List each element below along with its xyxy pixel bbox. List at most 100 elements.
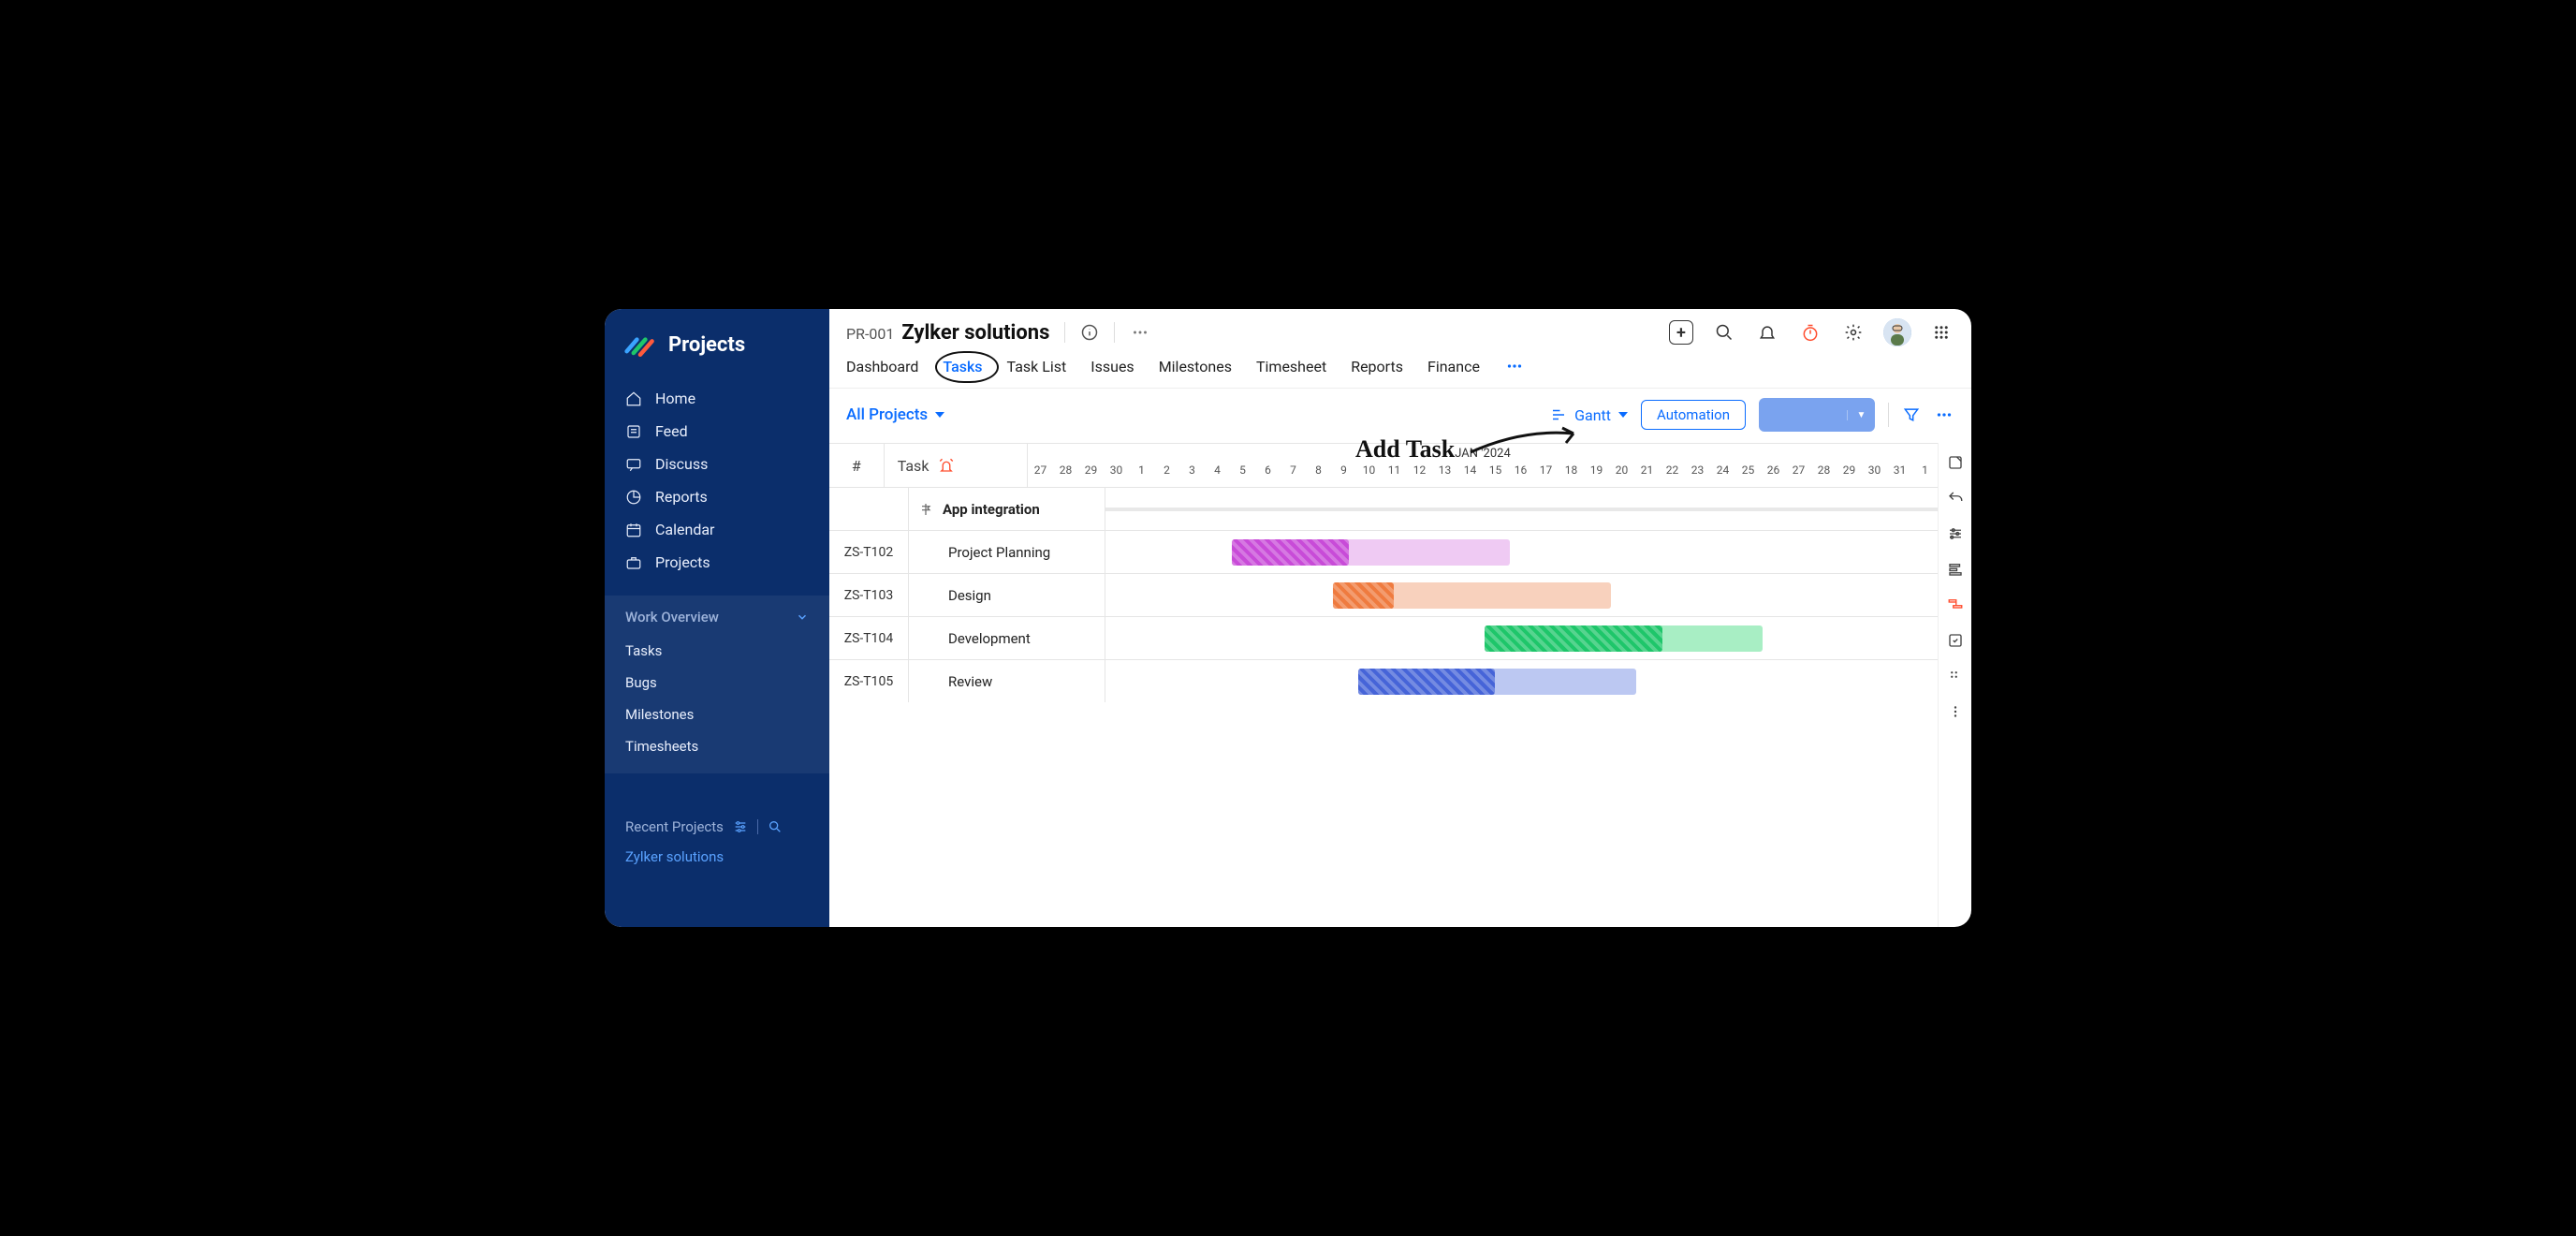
- nav-label: Home: [655, 390, 695, 407]
- critical-path-icon[interactable]: [1947, 596, 1964, 613]
- filter-icon[interactable]: [1902, 405, 1921, 424]
- right-toolbar: [1938, 443, 1971, 927]
- sliders-icon[interactable]: [1947, 525, 1964, 542]
- work-overview-header[interactable]: Work Overview: [605, 596, 829, 635]
- all-projects-dropdown[interactable]: All Projects: [846, 405, 944, 424]
- day-cell: 30: [1104, 464, 1129, 477]
- task-id: ZS-T105: [829, 660, 909, 702]
- nav-label: Reports: [655, 488, 708, 506]
- day-cell: 4: [1205, 464, 1230, 477]
- more-icon[interactable]: [1130, 322, 1150, 343]
- gantt-bar[interactable]: [1358, 669, 1636, 695]
- task-name[interactable]: Review: [909, 660, 1105, 702]
- today-icon[interactable]: [1947, 632, 1964, 649]
- gantt-bar[interactable]: [1333, 582, 1611, 609]
- view-selector[interactable]: Gantt: [1550, 406, 1628, 424]
- tab-issues[interactable]: Issues: [1090, 358, 1134, 375]
- day-cell: 28: [1811, 464, 1837, 477]
- task-group-row: App integration: [829, 487, 1938, 530]
- group-name: App integration: [943, 501, 1040, 518]
- automation-button[interactable]: Automation: [1641, 400, 1746, 430]
- settings-button[interactable]: [1840, 319, 1866, 346]
- task-id: ZS-T104: [829, 617, 909, 659]
- more-toolbar-icon[interactable]: [1934, 405, 1954, 425]
- logo-icon: [623, 328, 657, 361]
- tab-finance[interactable]: Finance: [1427, 358, 1480, 375]
- nav-reports[interactable]: Reports: [605, 480, 829, 513]
- day-cell: 21: [1634, 464, 1660, 477]
- tab-tasklist[interactable]: Task List: [1007, 358, 1067, 375]
- tab-reports[interactable]: Reports: [1351, 358, 1403, 375]
- brand: Projects: [605, 309, 829, 378]
- info-icon[interactable]: [1080, 323, 1099, 342]
- col-id-header: #: [829, 444, 885, 487]
- timer-button[interactable]: [1797, 319, 1823, 346]
- bell-icon: [1758, 323, 1777, 342]
- group-track: [1105, 488, 1938, 530]
- add-task-dropdown[interactable]: ▼: [1847, 410, 1875, 420]
- day-cell: 27: [1786, 464, 1811, 477]
- days-row: 2728293012345678910111213141516171819202…: [1028, 461, 1938, 477]
- tab-milestones[interactable]: Milestones: [1159, 358, 1232, 375]
- task-bar-track: [1105, 617, 1938, 659]
- day-cell: 3: [1179, 464, 1205, 477]
- tab-timesheet[interactable]: Timesheet: [1256, 358, 1326, 375]
- undo-icon[interactable]: [1947, 490, 1964, 507]
- day-cell: 29: [1837, 464, 1862, 477]
- milestone-icon: [918, 502, 933, 517]
- grid-small-icon[interactable]: [1947, 668, 1964, 684]
- project-title: PR-001 Zylker solutions: [846, 321, 1049, 345]
- day-cell: 26: [1761, 464, 1786, 477]
- timeline-header: JAN '2024 272829301234567891011121314151…: [1028, 444, 1938, 487]
- add-task-button[interactable]: ▼: [1759, 398, 1875, 432]
- tab-tasks[interactable]: Tasks: [943, 358, 982, 375]
- search-button[interactable]: [1711, 319, 1737, 346]
- tab-dashboard[interactable]: Dashboard: [846, 358, 918, 375]
- gantt-bar[interactable]: [1232, 539, 1510, 566]
- apps-button[interactable]: [1928, 319, 1954, 346]
- search-icon[interactable]: [768, 819, 783, 834]
- tabs: Dashboard Tasks Task List Issues Milesto…: [846, 346, 1954, 388]
- kebab-icon[interactable]: [1947, 703, 1964, 720]
- gantt-bar[interactable]: [1485, 625, 1763, 652]
- nav-projects[interactable]: Projects: [605, 546, 829, 579]
- day-cell: 8: [1306, 464, 1331, 477]
- briefcase-icon: [625, 554, 642, 571]
- gantt-header: # Task JAN '2024 27282930123456789101112…: [829, 444, 1938, 487]
- nav-home[interactable]: Home: [605, 382, 829, 415]
- day-cell: 12: [1407, 464, 1432, 477]
- recent-header: Recent Projects: [605, 802, 829, 845]
- nav-calendar[interactable]: Calendar: [605, 513, 829, 546]
- notifications-button[interactable]: [1754, 319, 1780, 346]
- overview-timesheets[interactable]: Timesheets: [605, 730, 829, 762]
- day-cell: 25: [1735, 464, 1761, 477]
- project-code: PR-001: [846, 325, 894, 343]
- nav-label: Calendar: [655, 521, 714, 538]
- task-bar-track: [1105, 574, 1938, 616]
- nav-feed[interactable]: Feed: [605, 415, 829, 448]
- stopwatch-icon: [1801, 323, 1820, 342]
- main-area: PR-001 Zylker solutions +: [829, 309, 1971, 927]
- day-cell: 24: [1710, 464, 1735, 477]
- more-tabs-icon[interactable]: [1504, 356, 1525, 376]
- bars-icon[interactable]: [1947, 561, 1964, 578]
- overview-bugs[interactable]: Bugs: [605, 667, 829, 699]
- task-id: ZS-T103: [829, 574, 909, 616]
- day-cell: 27: [1028, 464, 1053, 477]
- overview-milestones[interactable]: Milestones: [605, 699, 829, 730]
- sliders-icon[interactable]: [733, 819, 748, 834]
- task-id: ZS-T102: [829, 531, 909, 573]
- add-button[interactable]: +: [1668, 319, 1694, 346]
- day-cell: 14: [1457, 464, 1483, 477]
- day-cell: 13: [1432, 464, 1457, 477]
- recent-project-link[interactable]: Zylker solutions: [605, 845, 829, 869]
- gantt-bar-progress: [1485, 625, 1662, 652]
- task-name[interactable]: Project Planning: [909, 531, 1105, 573]
- avatar[interactable]: [1883, 318, 1911, 346]
- task-name[interactable]: Design: [909, 574, 1105, 616]
- overview-tasks[interactable]: Tasks: [605, 635, 829, 667]
- task-name[interactable]: Development: [909, 617, 1105, 659]
- nav-discuss[interactable]: Discuss: [605, 448, 829, 480]
- task-bar-track: [1105, 531, 1938, 573]
- expand-icon[interactable]: [1947, 454, 1964, 471]
